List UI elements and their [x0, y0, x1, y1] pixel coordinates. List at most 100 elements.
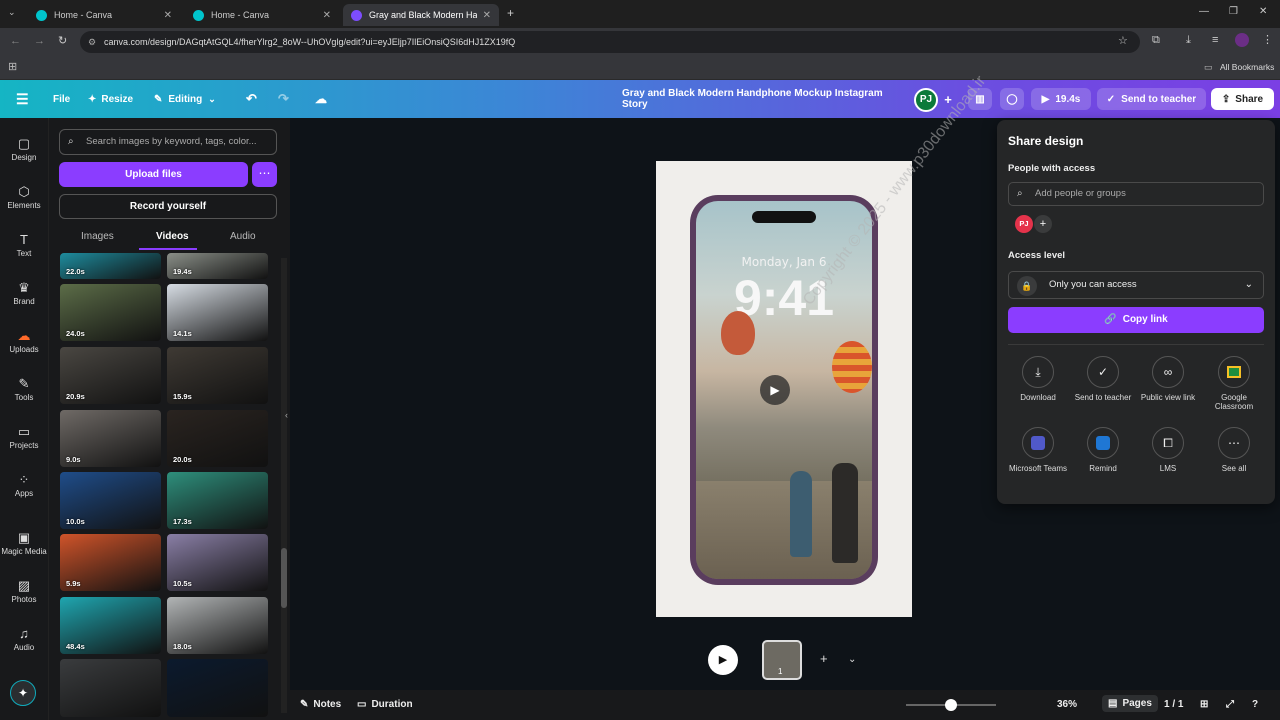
browser-tab-3[interactable]: Gray and Black Modern Handph ✕	[343, 4, 499, 26]
duration-button[interactable]: ▭ Duration	[357, 699, 413, 710]
video-thumbnail[interactable]: 17.3s	[167, 472, 268, 529]
file-menu[interactable]: File	[53, 80, 70, 118]
resize-button[interactable]: ✦ Resize	[88, 80, 133, 118]
share-option-lms[interactable]: ⧠ LMS	[1137, 427, 1199, 473]
media-search-input[interactable]: ⌕ Search images by keyword, tags, color.…	[59, 129, 277, 155]
video-thumbnail[interactable]: 19.4s	[167, 253, 268, 279]
video-thumbnail[interactable]	[60, 659, 161, 717]
share-option-google-classroom[interactable]: Google Classroom	[1203, 356, 1265, 411]
reload-icon[interactable]: ↻	[58, 34, 67, 47]
main-menu-icon[interactable]: ☰	[16, 80, 29, 118]
tab-images[interactable]: Images	[81, 231, 114, 242]
pages-button[interactable]: ▤ Pages	[1102, 695, 1158, 712]
rail-magic-media[interactable]: ▣ Magic Media	[0, 530, 48, 556]
rail-projects[interactable]: ▭ Projects	[0, 424, 48, 450]
share-option-remind[interactable]: Remind	[1072, 427, 1134, 473]
rail-audio[interactable]: ♫ Audio	[0, 626, 48, 652]
undo-icon[interactable]: ↶	[246, 80, 257, 118]
design-title[interactable]: Gray and Black Modern Handphone Mockup I…	[622, 80, 904, 118]
address-bar[interactable]: ⚙ canva.com/design/DAGqtAtGQL4/fherYlrg2…	[80, 31, 1140, 53]
bookmark-star-icon[interactable]: ☆	[1118, 34, 1128, 47]
grid-view-icon[interactable]: ⊞	[1200, 699, 1208, 710]
apps-grid-icon[interactable]: ⊞	[8, 60, 17, 73]
comments-icon[interactable]: ◯	[1000, 88, 1024, 110]
rail-brand[interactable]: ♛ Brand	[0, 280, 48, 306]
video-thumbnail[interactable]	[167, 659, 268, 717]
help-icon[interactable]: ?	[1252, 699, 1258, 710]
rail-photos[interactable]: ▨ Photos	[0, 578, 48, 604]
zoom-level[interactable]: 36%	[1057, 699, 1077, 710]
video-thumbnail[interactable]: 9.0s	[60, 410, 161, 467]
add-person-icon[interactable]: +	[1034, 215, 1052, 233]
present-button[interactable]: ▶ 19.4s	[1031, 88, 1091, 110]
add-page-icon[interactable]: +	[820, 651, 828, 666]
downloads-icon[interactable]: ⤓	[1186, 34, 1191, 47]
forward-icon[interactable]: →	[34, 35, 45, 47]
add-people-input[interactable]: ⌕ Add people or groups	[1008, 182, 1264, 206]
user-avatar[interactable]: PJ	[914, 88, 938, 112]
share-option-send-to-teacher[interactable]: ✓ Send to teacher	[1072, 356, 1134, 402]
tab-videos[interactable]: Videos	[156, 231, 189, 242]
share-button[interactable]: ⇪ Share	[1211, 88, 1274, 110]
rail-tools[interactable]: ✎ Tools	[0, 376, 48, 402]
share-option-public-view-link[interactable]: ∞ Public view link	[1137, 356, 1199, 402]
share-option-see-all[interactable]: ⋯ See all	[1203, 427, 1265, 473]
video-thumbnail[interactable]: 14.1s	[167, 284, 268, 341]
all-bookmarks-link[interactable]: All Bookmarks	[1220, 62, 1274, 72]
close-tab-icon[interactable]: ✕	[483, 10, 491, 21]
browser-tab-1[interactable]: Home - Canva ✕	[28, 4, 180, 26]
access-level-select[interactable]: 🔒 Only you can access ⌄	[1008, 271, 1264, 299]
browser-tab-2[interactable]: Home - Canva ✕	[185, 4, 339, 26]
tab-list-icon[interactable]: ⌄	[8, 7, 16, 18]
more-options-icon[interactable]: ⋯	[252, 162, 277, 187]
fullscreen-icon[interactable]: ⤢	[1226, 699, 1234, 710]
zoom-slider-handle[interactable]	[945, 699, 957, 711]
redo-icon[interactable]: ↷	[278, 80, 289, 118]
editing-mode-button[interactable]: ✎ Editing ⌄	[154, 80, 216, 118]
rail-uploads[interactable]: ☁ Uploads	[0, 328, 48, 354]
video-thumbnail[interactable]: 15.9s	[167, 347, 268, 404]
video-thumbnail[interactable]: 48.4s	[60, 597, 161, 654]
rail-design[interactable]: ▢ Design	[0, 136, 48, 162]
notes-button[interactable]: ✎ Notes	[300, 699, 341, 710]
video-thumbnail[interactable]: 24.0s	[60, 284, 161, 341]
rail-apps[interactable]: ⁘ Apps	[0, 472, 48, 498]
timeline-play-icon[interactable]: ▶	[708, 645, 738, 675]
restore-icon[interactable]: ❐	[1229, 6, 1238, 17]
video-thumbnail[interactable]: 20.9s	[60, 347, 161, 404]
video-thumbnail[interactable]: 5.9s	[60, 534, 161, 591]
browser-menu-icon[interactable]: ⋮	[1262, 33, 1273, 46]
back-icon[interactable]: ←	[10, 35, 21, 47]
new-tab-icon[interactable]: +	[507, 6, 514, 20]
extensions-icon[interactable]: ⧉	[1152, 34, 1160, 47]
video-thumbnail[interactable]: 22.0s	[60, 253, 161, 279]
close-tab-icon[interactable]: ✕	[164, 10, 172, 21]
close-window-icon[interactable]: ✕	[1259, 6, 1267, 17]
media-controls-icon[interactable]: ≡	[1212, 34, 1218, 46]
minimize-icon[interactable]: —	[1199, 6, 1209, 17]
profile-avatar[interactable]	[1235, 33, 1249, 47]
video-thumbnail[interactable]: 18.0s	[167, 597, 268, 654]
video-thumbnail[interactable]: 20.0s	[167, 410, 268, 467]
share-option-download[interactable]: ⤓ Download	[1007, 356, 1069, 402]
collapse-panel-icon[interactable]: ‹	[285, 410, 288, 420]
site-info-icon[interactable]: ⚙	[88, 31, 96, 53]
close-tab-icon[interactable]: ✕	[323, 10, 331, 21]
share-option-microsoft-teams[interactable]: Microsoft Teams	[1007, 427, 1069, 473]
tab-audio[interactable]: Audio	[230, 231, 256, 242]
rail-elements[interactable]: ⬡ Elements	[0, 184, 48, 210]
video-play-icon[interactable]: ▶	[760, 375, 790, 405]
page-options-chevron-icon[interactable]: ⌄	[848, 654, 856, 665]
panel-scrollbar[interactable]	[281, 258, 287, 713]
owner-avatar[interactable]: PJ	[1015, 215, 1033, 233]
upload-files-button[interactable]: Upload files	[59, 162, 248, 187]
magic-assistant-icon[interactable]: ✦	[10, 680, 36, 706]
copy-link-button[interactable]: 🔗 Copy link	[1008, 307, 1264, 333]
send-to-teacher-button[interactable]: ✓ Send to teacher	[1097, 88, 1206, 110]
scroll-thumb[interactable]	[281, 548, 287, 608]
page-thumbnail[interactable]: 1	[762, 640, 802, 680]
video-thumbnail[interactable]: 10.5s	[167, 534, 268, 591]
rail-text[interactable]: T Text	[0, 232, 48, 258]
record-yourself-button[interactable]: Record yourself	[59, 194, 277, 219]
video-thumbnail[interactable]: 10.0s	[60, 472, 161, 529]
